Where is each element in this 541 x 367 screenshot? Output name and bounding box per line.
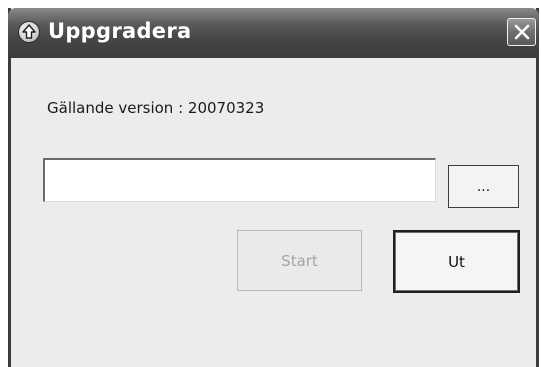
- start-button[interactable]: Start: [237, 230, 362, 291]
- window-title: Uppgradera: [48, 19, 192, 43]
- upgrade-file-path-input[interactable]: [43, 158, 436, 202]
- title-bar[interactable]: Uppgradera: [8, 8, 539, 58]
- browse-button[interactable]: ...: [448, 165, 519, 208]
- upgrade-dialog: Uppgradera Gällande version : 20070323 .…: [8, 8, 539, 367]
- close-icon: [514, 24, 530, 40]
- current-version-label: Gällande version : 20070323: [47, 99, 265, 117]
- exit-button[interactable]: Ut: [393, 230, 520, 293]
- upgrade-arrow-icon: [18, 21, 40, 43]
- close-button[interactable]: [507, 18, 536, 46]
